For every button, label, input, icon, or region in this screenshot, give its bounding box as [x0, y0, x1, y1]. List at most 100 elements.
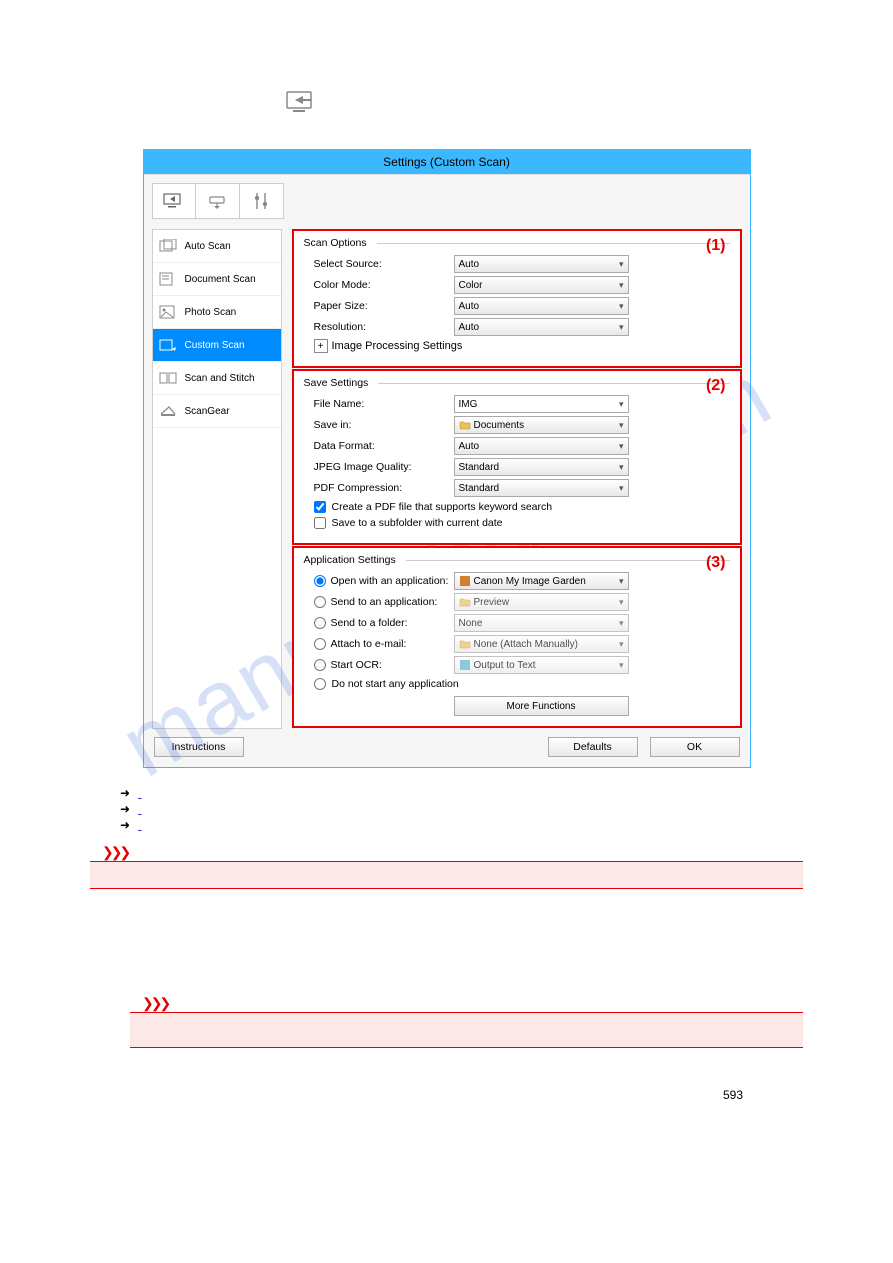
save-settings-section: (2) Save Settings File Name: IMG Save in…: [292, 369, 742, 545]
scan-options-section: (1) Scan Options Select Source: Auto Col…: [292, 229, 742, 368]
save-in-label: Save in:: [314, 419, 454, 431]
sidebar: Auto Scan Document Scan Photo Scan: [152, 229, 282, 729]
file-name-input[interactable]: IMG: [454, 395, 629, 413]
scangear-icon: [159, 403, 177, 419]
send-app-radio[interactable]: [314, 596, 326, 608]
document-scan-icon: [159, 271, 177, 287]
select-source-dropdown[interactable]: Auto: [454, 255, 629, 273]
start-ocr-label: Start OCR:: [331, 659, 382, 671]
color-mode-label: Color Mode:: [314, 279, 454, 291]
note-band: [130, 1012, 803, 1048]
auto-scan-icon: [159, 238, 177, 254]
section-number-2: (2): [706, 377, 726, 395]
defaults-button[interactable]: Defaults: [548, 737, 638, 757]
arrow-icon: ➜: [120, 818, 130, 832]
arrow-icon: ➜: [120, 802, 130, 816]
folder-icon: [459, 596, 471, 608]
folder-icon: [459, 638, 471, 650]
link-2[interactable]: [138, 802, 141, 816]
sidebar-item-label: Auto Scan: [185, 241, 231, 252]
sidebar-item-document-scan[interactable]: Document Scan: [153, 263, 281, 296]
important-block: ❯❯❯: [90, 844, 803, 889]
scan-computer-icon: [285, 90, 803, 119]
tab-scan-from-device[interactable]: [196, 183, 240, 219]
start-ocr-radio[interactable]: [314, 659, 326, 671]
sidebar-item-label: Custom Scan: [185, 340, 245, 351]
arrow-icon: ➜: [120, 786, 130, 800]
scan-options-title: Scan Options: [304, 237, 730, 249]
attach-email-radio[interactable]: [314, 638, 326, 650]
folder-icon: [459, 419, 471, 431]
jpeg-quality-label: JPEG Image Quality:: [314, 461, 454, 473]
application-settings-section: (3) Application Settings Open with an ap…: [292, 546, 742, 728]
expand-button[interactable]: +: [314, 339, 328, 353]
sidebar-item-scan-stitch[interactable]: Scan and Stitch: [153, 362, 281, 395]
paper-size-dropdown[interactable]: Auto: [454, 297, 629, 315]
chevron-icon: ❯❯❯: [142, 995, 168, 1011]
send-app-dropdown[interactable]: Preview: [454, 593, 629, 611]
save-settings-title: Save Settings: [304, 377, 730, 389]
attach-email-label: Attach to e-mail:: [331, 638, 407, 650]
tab-bar: [152, 183, 742, 219]
sidebar-item-custom-scan[interactable]: Custom Scan: [153, 329, 281, 362]
sidebar-item-scangear[interactable]: ScanGear: [153, 395, 281, 428]
send-folder-radio[interactable]: [314, 617, 326, 629]
resolution-dropdown[interactable]: Auto: [454, 318, 629, 336]
sidebar-item-label: ScanGear: [185, 406, 230, 417]
sidebar-item-label: Scan and Stitch: [185, 373, 255, 384]
links-block: ➜ ➜ ➜: [120, 786, 803, 832]
data-format-dropdown[interactable]: Auto: [454, 437, 629, 455]
start-ocr-dropdown[interactable]: Output to Text: [454, 656, 629, 674]
scan-stitch-icon: [159, 370, 177, 386]
important-band: [90, 861, 803, 889]
chevron-icon: ❯❯❯: [102, 844, 128, 860]
no-app-label: Do not start any application: [332, 678, 459, 690]
no-app-radio[interactable]: [314, 678, 326, 690]
text-icon: [459, 659, 471, 671]
sidebar-item-label: Document Scan: [185, 274, 256, 285]
link-1[interactable]: [138, 786, 141, 800]
tab-general-settings[interactable]: [240, 183, 284, 219]
image-processing-label: Image Processing Settings: [332, 340, 463, 352]
pdf-keyword-checkbox[interactable]: [314, 501, 326, 513]
open-app-radio[interactable]: [314, 575, 326, 587]
photo-scan-icon: [159, 304, 177, 320]
sidebar-item-auto-scan[interactable]: Auto Scan: [153, 230, 281, 263]
send-folder-dropdown[interactable]: None: [454, 614, 629, 632]
monitor-arrow-icon: [162, 192, 186, 210]
page-number: 593: [90, 1088, 803, 1102]
dialog-title: Settings (Custom Scan): [144, 150, 750, 175]
link-3[interactable]: [138, 818, 318, 832]
sidebar-item-label: Photo Scan: [185, 307, 237, 318]
application-settings-title: Application Settings: [304, 554, 730, 566]
jpeg-quality-dropdown[interactable]: Standard: [454, 458, 629, 476]
pdf-keyword-label: Create a PDF file that supports keyword …: [332, 501, 553, 513]
section-number-3: (3): [706, 554, 726, 572]
open-app-label: Open with an application:: [331, 575, 449, 587]
data-format-label: Data Format:: [314, 440, 454, 452]
tab-scan-from-computer[interactable]: [152, 183, 196, 219]
more-functions-button[interactable]: More Functions: [454, 696, 629, 716]
section-number-1: (1): [706, 237, 726, 255]
attach-email-dropdown[interactable]: None (Attach Manually): [454, 635, 629, 653]
scanner-icon: [207, 193, 227, 209]
pdf-compression-dropdown[interactable]: Standard: [454, 479, 629, 497]
note-block: ❯❯❯: [130, 995, 803, 1048]
pdf-compression-label: PDF Compression:: [314, 482, 454, 494]
instructions-button[interactable]: Instructions: [154, 737, 244, 757]
subfolder-label: Save to a subfolder with current date: [332, 517, 503, 529]
send-app-label: Send to an application:: [331, 596, 438, 608]
sliders-icon: [252, 191, 270, 211]
sidebar-item-photo-scan[interactable]: Photo Scan: [153, 296, 281, 329]
subfolder-checkbox[interactable]: [314, 517, 326, 529]
file-name-label: File Name:: [314, 398, 454, 410]
save-in-dropdown[interactable]: Documents: [454, 416, 629, 434]
paper-size-label: Paper Size:: [314, 300, 454, 312]
settings-dialog: Settings (Custom Scan): [143, 149, 751, 768]
ok-button[interactable]: OK: [650, 737, 740, 757]
resolution-label: Resolution:: [314, 321, 454, 333]
app-icon: [459, 575, 471, 587]
open-app-dropdown[interactable]: Canon My Image Garden: [454, 572, 629, 590]
color-mode-dropdown[interactable]: Color: [454, 276, 629, 294]
select-source-label: Select Source:: [314, 258, 454, 270]
